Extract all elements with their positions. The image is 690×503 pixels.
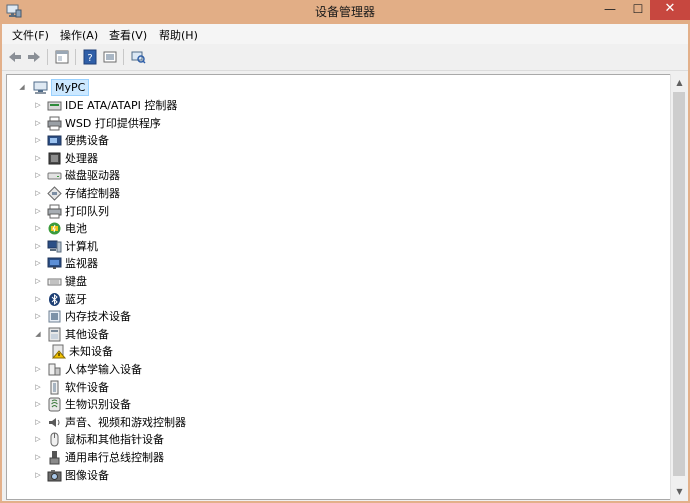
expand-triangle-icon[interactable]: ▷ — [33, 361, 43, 378]
toolbar: ? — [2, 44, 688, 71]
toolbar-separator — [75, 49, 76, 65]
collapse-triangle-icon[interactable]: ◢ — [17, 79, 27, 96]
device-label: 便携设备 — [65, 134, 109, 148]
menu-action[interactable]: 操作(A) — [60, 27, 98, 43]
scan-hardware-icon[interactable] — [130, 49, 146, 65]
memory-device-icon — [48, 310, 61, 323]
expand-triangle-icon[interactable]: ▷ — [33, 203, 43, 220]
expand-triangle-icon[interactable]: ▷ — [33, 396, 43, 413]
update-driver-icon[interactable] — [102, 49, 118, 65]
device-label: 生物识别设备 — [65, 398, 131, 412]
keyboard-icon — [47, 278, 62, 286]
close-button[interactable]: ✕ — [650, 0, 690, 20]
vertical-scrollbar[interactable]: ▲ ▼ — [670, 74, 688, 500]
back-arrow-icon[interactable] — [7, 49, 23, 65]
expand-triangle-icon[interactable]: ▷ — [33, 431, 43, 448]
device-label: 磁盘驱动器 — [65, 169, 120, 183]
collapse-triangle-icon[interactable]: ◢ — [33, 326, 43, 343]
device-label: 处理器 — [65, 151, 98, 165]
ide-controller-icon — [47, 101, 62, 111]
device-label: 通用串行总线控制器 — [65, 451, 164, 464]
storage-controller-icon — [47, 186, 62, 201]
processor-icon — [48, 152, 61, 165]
print-queue-icon — [47, 204, 62, 219]
device-label: 计算机 — [65, 239, 98, 253]
menu-bar: 文件(F) 操作(A) 查看(V) 帮助(H) — [2, 24, 688, 44]
title-bar[interactable]: 设备管理器 — ☐ ✕ — [0, 0, 690, 24]
software-device-icon — [50, 380, 59, 395]
expand-triangle-icon[interactable]: ▷ — [33, 185, 43, 202]
expand-triangle-icon[interactable]: ▷ — [33, 255, 43, 272]
device-label: 打印队列 — [65, 204, 109, 218]
scroll-thumb[interactable] — [673, 92, 685, 476]
properties-icon[interactable] — [54, 49, 70, 65]
hid-icon — [48, 363, 61, 376]
scroll-down-button[interactable]: ▼ — [671, 483, 688, 500]
device-tree[interactable]: ◢ MyPC ▷ IDE ATA/ATAPI 控制器 ▷ WSD 打印提供程序 ▷ 便携设… — [6, 74, 672, 500]
device-label: 内存技术设备 — [65, 310, 131, 324]
expand-triangle-icon[interactable]: ▷ — [33, 449, 43, 466]
imaging-device-icon — [47, 469, 62, 482]
device-label: 图像设备 — [65, 468, 109, 482]
device-manager-window: 设备管理器 — ☐ ✕ 文件(F) 操作(A) 查看(V) 帮助(H) ? ◢ … — [0, 0, 690, 503]
device-label: 监视器 — [65, 257, 98, 271]
expand-triangle-icon[interactable]: ▷ — [33, 414, 43, 431]
maximize-button[interactable]: ☐ — [624, 0, 652, 20]
device-label: 电池 — [65, 222, 87, 236]
device-label: 人体学输入设备 — [65, 363, 142, 376]
expand-triangle-icon[interactable]: ▷ — [33, 273, 43, 290]
expand-triangle-icon[interactable]: ▷ — [33, 150, 43, 167]
expand-triangle-icon[interactable]: ▷ — [33, 97, 43, 114]
computer-icon — [47, 240, 62, 253]
other-device-icon — [48, 327, 61, 342]
menu-help[interactable]: 帮助(H) — [159, 27, 198, 43]
client-area: 文件(F) 操作(A) 查看(V) 帮助(H) ? ◢ MyPC ▷ IDE A… — [2, 24, 688, 501]
expand-triangle-icon[interactable]: ▷ — [33, 291, 43, 308]
expand-triangle-icon[interactable]: ▷ — [33, 467, 43, 484]
expand-triangle-icon[interactable]: ▷ — [33, 308, 43, 325]
device-label: 存储控制器 — [65, 187, 120, 200]
device-label: 蓝牙 — [65, 292, 87, 306]
device-label: WSD 打印提供程序 — [65, 116, 161, 130]
menu-file[interactable]: 文件(F) — [12, 27, 49, 43]
computer-icon — [33, 81, 48, 94]
device-label: 软件设备 — [65, 380, 109, 394]
device-label: 鼠标和其他指针设备 — [65, 433, 164, 447]
svg-text:?: ? — [87, 53, 92, 64]
minimize-button[interactable]: — — [596, 0, 624, 20]
forward-arrow-icon[interactable] — [26, 49, 42, 65]
scroll-up-button[interactable]: ▲ — [671, 74, 688, 91]
usb-icon — [49, 451, 60, 465]
device-label: IDE ATA/ATAPI 控制器 — [65, 99, 178, 112]
device-label: 声音、视频和游戏控制器 — [65, 415, 186, 429]
menu-view[interactable]: 查看(V) — [109, 27, 147, 43]
expand-triangle-icon[interactable]: ▷ — [33, 379, 43, 396]
expand-triangle-icon[interactable]: ▷ — [33, 132, 43, 149]
sound-icon — [49, 417, 60, 427]
printer-icon — [47, 116, 62, 131]
expand-triangle-icon[interactable]: ▷ — [33, 167, 43, 184]
device-label: 未知设备 — [69, 345, 113, 359]
mouse-icon — [50, 432, 59, 447]
bluetooth-icon — [49, 292, 60, 306]
portable-device-icon — [47, 135, 62, 146]
expand-triangle-icon[interactable]: ▷ — [33, 115, 43, 132]
expand-triangle-icon[interactable]: ▷ — [33, 238, 43, 255]
help-icon[interactable]: ? — [82, 49, 98, 65]
disk-drive-icon — [47, 172, 62, 180]
toolbar-separator — [47, 49, 48, 65]
root-label: MyPC — [51, 79, 90, 96]
device-label: 键盘 — [65, 275, 87, 288]
battery-icon — [48, 222, 61, 235]
toolbar-separator — [123, 49, 124, 65]
biometric-icon — [48, 397, 61, 412]
device-label: 其他设备 — [65, 327, 109, 341]
unknown-device-warning-icon — [51, 344, 66, 359]
monitor-icon — [47, 257, 62, 270]
expand-triangle-icon[interactable]: ▷ — [33, 220, 43, 237]
window-title: 设备管理器 — [314, 5, 375, 19]
